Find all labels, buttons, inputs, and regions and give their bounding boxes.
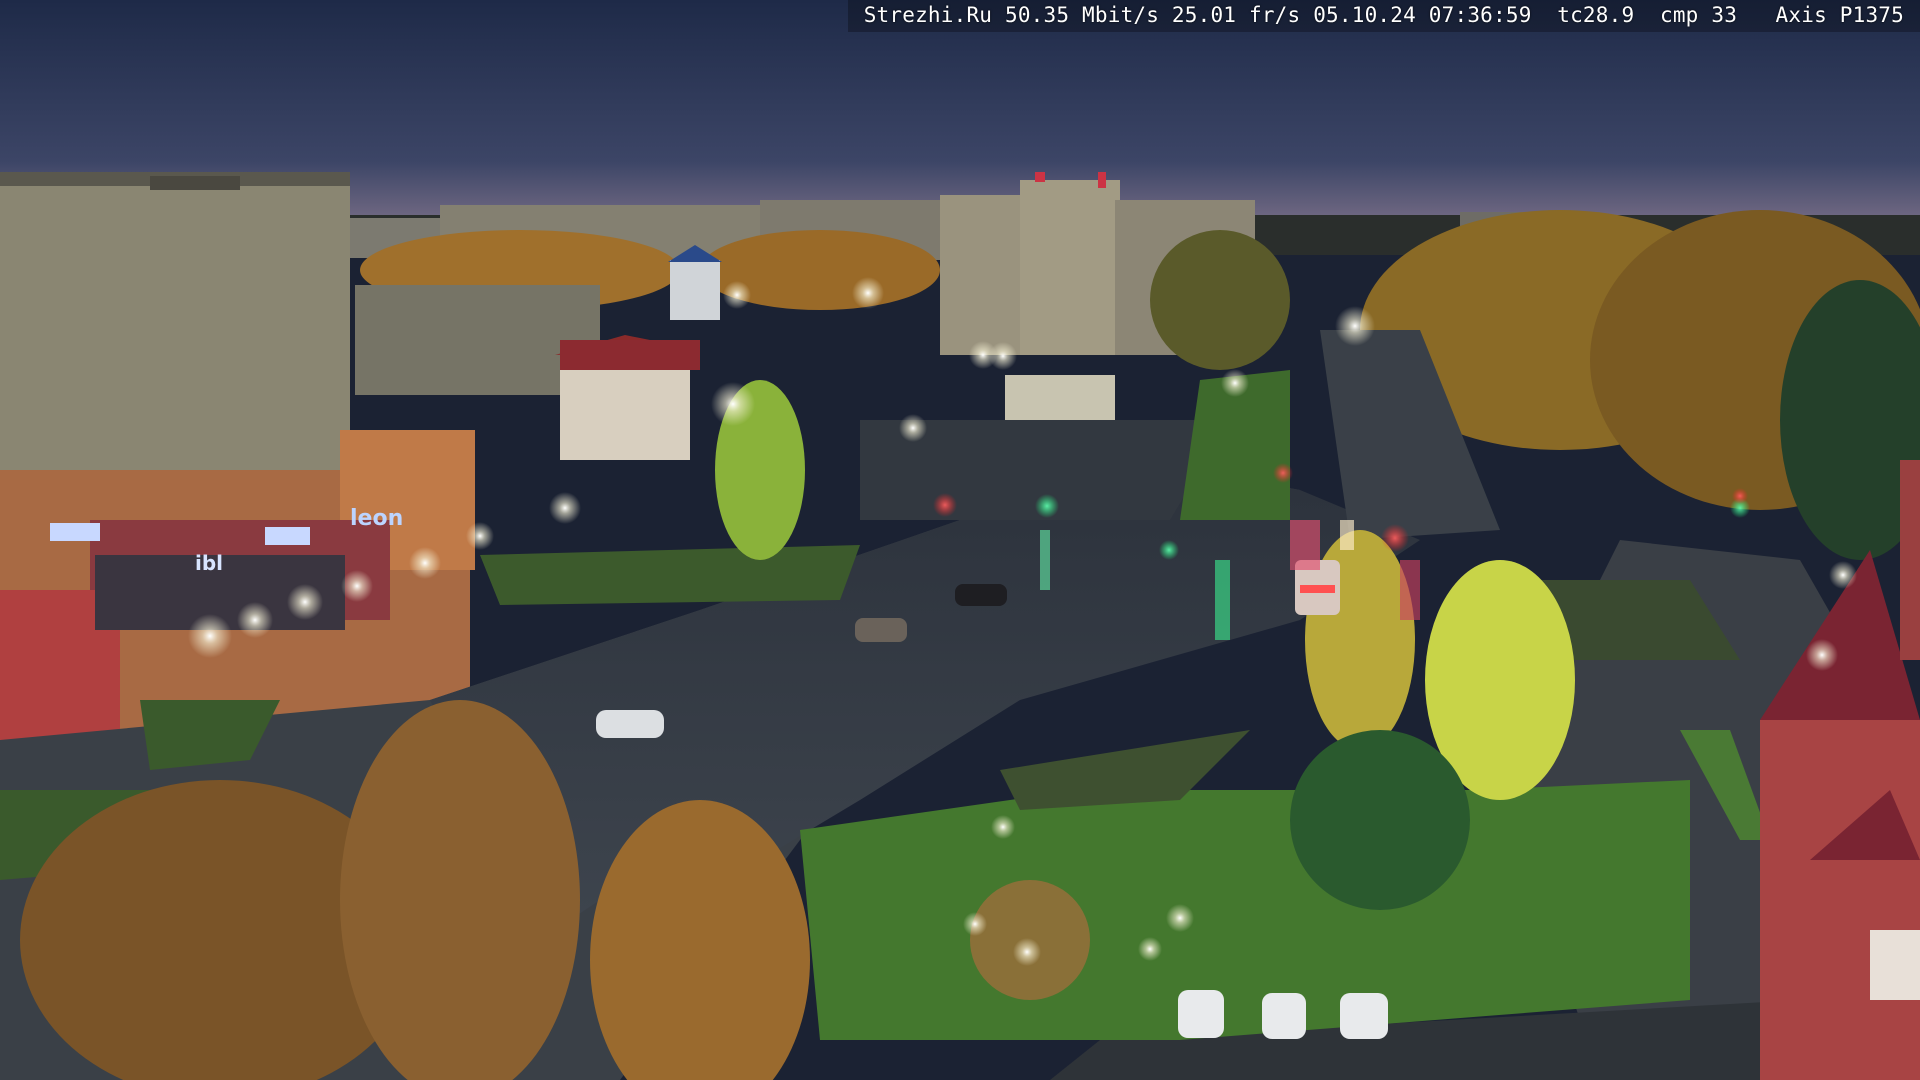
left-apartment-block	[0, 172, 350, 520]
city-scene: leon ibl	[0, 0, 1920, 1080]
osd-bar: Strezhi.Ru 50.35 Mbit/s 25.01 fr/s 05.10…	[848, 0, 1920, 32]
camera-frame: leon ibl Strezhi.Ru 50.35 Mbit/s 25.01 f…	[0, 0, 1920, 1080]
osd-text: Strezhi.Ru 50.35 Mbit/s 25.01 fr/s 05.10…	[863, 3, 1904, 27]
storefront-sign-leon: leon	[350, 506, 403, 531]
shopping-center: leon ibl	[0, 430, 475, 740]
storefront-sign-ibl: ibl	[195, 551, 223, 575]
